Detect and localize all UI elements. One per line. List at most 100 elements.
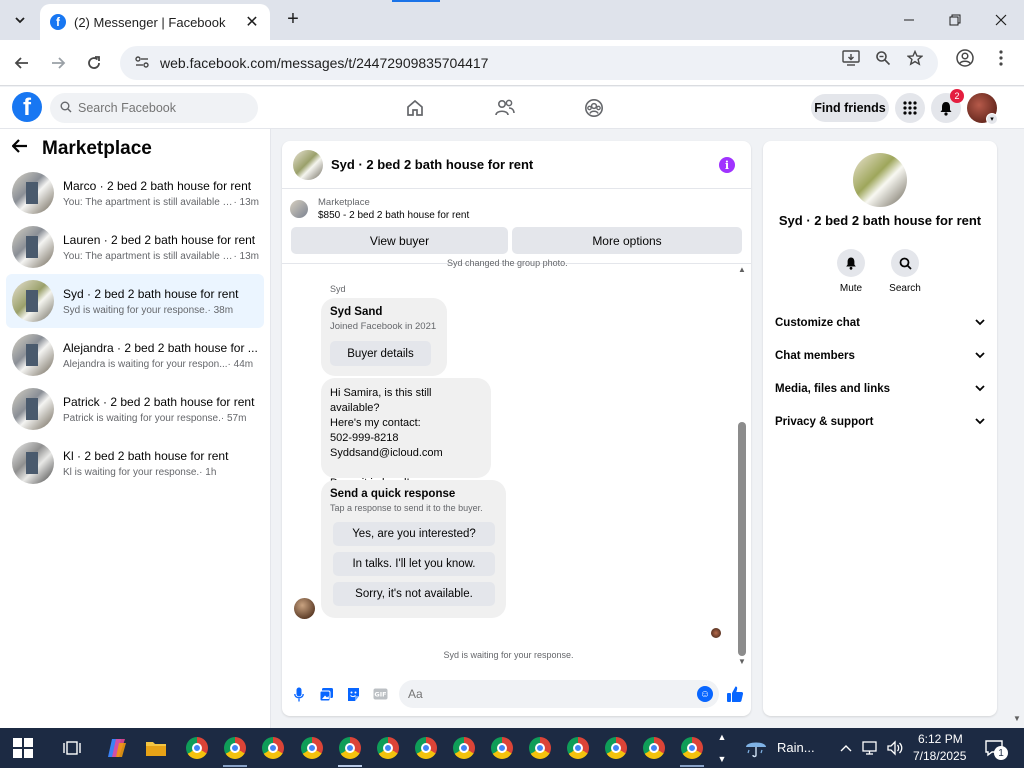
clock-time[interactable]: 6:12 PM: [918, 732, 963, 746]
emoji-icon[interactable]: ☺: [697, 686, 713, 702]
media-files-links-section[interactable]: Media, files and links: [775, 379, 985, 399]
back-arrow-icon[interactable]: [9, 50, 35, 76]
facebook-search[interactable]: [50, 93, 258, 123]
site-settings-icon[interactable]: [134, 54, 150, 73]
buyer-card-bubble: Syd Sand Joined Facebook in 2021 Buyer d…: [321, 298, 447, 376]
chrome-profile-window-icon-active[interactable]: [338, 736, 362, 760]
customize-chat-section[interactable]: Customize chat: [775, 313, 985, 333]
chrome-profile-window-icon[interactable]: [642, 736, 666, 760]
page-scroll-down-icon[interactable]: ▼: [1011, 712, 1023, 724]
chrome-profile-window-icon[interactable]: [604, 736, 628, 760]
browser-tab[interactable]: f (2) Messenger | Facebook ✕: [40, 4, 270, 40]
groups-icon[interactable]: [582, 96, 606, 120]
chrome-profile-window-icon[interactable]: [376, 736, 400, 760]
listing-thumbnail: [12, 388, 54, 430]
microphone-icon[interactable]: [290, 685, 308, 703]
chrome-profile-window-icon[interactable]: [566, 736, 590, 760]
quick-response-bubble: Send a quick response Tap a response to …: [321, 480, 506, 618]
rain-umbrella-icon[interactable]: [744, 736, 768, 760]
menu-grid-icon[interactable]: [895, 93, 925, 123]
chrome-profile-window-icon[interactable]: [490, 736, 514, 760]
reload-icon[interactable]: [81, 50, 107, 76]
taskbar-scroll-up-icon[interactable]: ▲: [716, 732, 728, 742]
home-icon[interactable]: [403, 96, 427, 120]
message-list[interactable]: Syd changed the group photo. Syd Syd San…: [282, 258, 751, 671]
chrome-profile-window-icon[interactable]: [300, 736, 324, 760]
thumbs-up-like-icon[interactable]: [725, 684, 745, 704]
chat-listing-thumbnail[interactable]: [293, 149, 323, 180]
listing-photo[interactable]: [853, 153, 907, 207]
chrome-profile-window-icon[interactable]: [452, 736, 476, 760]
chrome-profile-window-icon[interactable]: [414, 736, 438, 760]
mute-action[interactable]: Mute: [826, 249, 876, 294]
bookmark-star-icon[interactable]: [904, 47, 926, 69]
quick-reply-in-talks-button[interactable]: In talks. I'll let you know.: [333, 552, 495, 576]
chrome-profile-window-icon[interactable]: [261, 736, 285, 760]
facebook-search-input[interactable]: [78, 101, 248, 115]
search-label: Search: [889, 283, 921, 294]
quick-reply-interested-button[interactable]: Yes, are you interested?: [333, 522, 495, 546]
listing-thumbnail: [12, 334, 54, 376]
chat-members-section[interactable]: Chat members: [775, 346, 985, 366]
view-buyer-button[interactable]: View buyer: [291, 227, 508, 254]
clock-date[interactable]: 7/18/2025: [913, 749, 966, 763]
photo-gallery-icon[interactable]: [317, 685, 335, 703]
gif-icon[interactable]: GIF: [371, 685, 389, 703]
back-arrow-icon[interactable]: [11, 137, 36, 160]
find-friends-button[interactable]: Find friends: [811, 94, 889, 122]
search-action[interactable]: Search: [880, 249, 930, 294]
file-explorer-icon[interactable]: [144, 736, 168, 760]
network-icon[interactable]: [860, 736, 882, 760]
windows-start-icon[interactable]: [13, 738, 33, 758]
chevron-down-icon: [975, 318, 985, 329]
chrome-profile-window-icon[interactable]: [528, 736, 552, 760]
install-app-icon[interactable]: [840, 47, 862, 69]
chrome-profile-window-icon[interactable]: [680, 736, 704, 760]
message-scrollbar[interactable]: [738, 422, 746, 656]
address-bar[interactable]: web.facebook.com/messages/t/244729098357…: [120, 46, 938, 80]
listing-thumbnail: [12, 172, 54, 214]
sticker-icon[interactable]: [344, 685, 362, 703]
volume-icon[interactable]: [884, 736, 906, 760]
search-icon[interactable]: [891, 249, 919, 277]
chrome-menu-kebab-icon[interactable]: [990, 47, 1012, 69]
message-input[interactable]: [408, 687, 678, 701]
minimize-icon[interactable]: [886, 0, 932, 40]
message-input-box[interactable]: ☺: [399, 680, 719, 708]
chat-title[interactable]: Syd · 2 bed 2 bath house for rent: [331, 157, 533, 172]
restore-icon[interactable]: [932, 0, 978, 40]
chrome-profile-icon[interactable]: [954, 47, 976, 69]
scroll-up-arrow-icon[interactable]: ▲: [737, 264, 747, 274]
conversation-info-icon[interactable]: i: [719, 157, 735, 173]
conversation-item-marco[interactable]: Marco · 2 bed 2 bath house for rent You:…: [6, 166, 264, 220]
bell-icon[interactable]: [837, 249, 865, 277]
show-hidden-icons-chevron-icon[interactable]: [836, 736, 856, 760]
window-close-icon[interactable]: [978, 0, 1024, 40]
url-text: web.facebook.com/messages/t/244729098357…: [160, 55, 489, 71]
copilot-icon[interactable]: [105, 736, 129, 760]
weather-text[interactable]: Rain...: [777, 740, 815, 755]
new-tab-button[interactable]: +: [282, 8, 304, 30]
more-options-button[interactable]: More options: [512, 227, 742, 254]
facebook-logo-icon[interactable]: f: [12, 92, 42, 122]
conversation-item-syd[interactable]: Syd · 2 bed 2 bath house for rent Syd is…: [6, 274, 264, 328]
tab-search-chevron-icon[interactable]: [6, 7, 34, 33]
task-view-icon[interactable]: [60, 736, 84, 760]
listing-summary[interactable]: Marketplace $850 - 2 bed 2 bath house fo…: [290, 197, 469, 221]
privacy-support-section[interactable]: Privacy & support: [775, 412, 985, 432]
conversation-item-lauren[interactable]: Lauren · 2 bed 2 bath house for rent You…: [6, 220, 264, 274]
tab-close-icon[interactable]: ✕: [244, 12, 260, 32]
chrome-app-icon[interactable]: [185, 736, 209, 760]
account-chevron-icon[interactable]: ▾: [986, 113, 998, 125]
quick-reply-not-available-button[interactable]: Sorry, it's not available.: [333, 582, 495, 606]
forward-arrow-icon[interactable]: [45, 50, 71, 76]
chrome-profile-window-icon[interactable]: [223, 736, 247, 760]
conversation-item-patrick[interactable]: Patrick · 2 bed 2 bath house for rent Pa…: [6, 382, 264, 436]
taskbar-scroll-down-icon[interactable]: ▼: [716, 754, 728, 764]
conversation-item-kl[interactable]: Kl · 2 bed 2 bath house for rent Kl is w…: [6, 436, 264, 490]
buyer-details-button[interactable]: Buyer details: [330, 341, 431, 366]
zoom-icon[interactable]: [872, 47, 894, 69]
scroll-down-arrow-icon[interactable]: ▼: [737, 656, 747, 666]
friends-icon[interactable]: [493, 96, 517, 120]
conversation-item-alejandra[interactable]: Alejandra · 2 bed 2 bath house for ... A…: [6, 328, 264, 382]
